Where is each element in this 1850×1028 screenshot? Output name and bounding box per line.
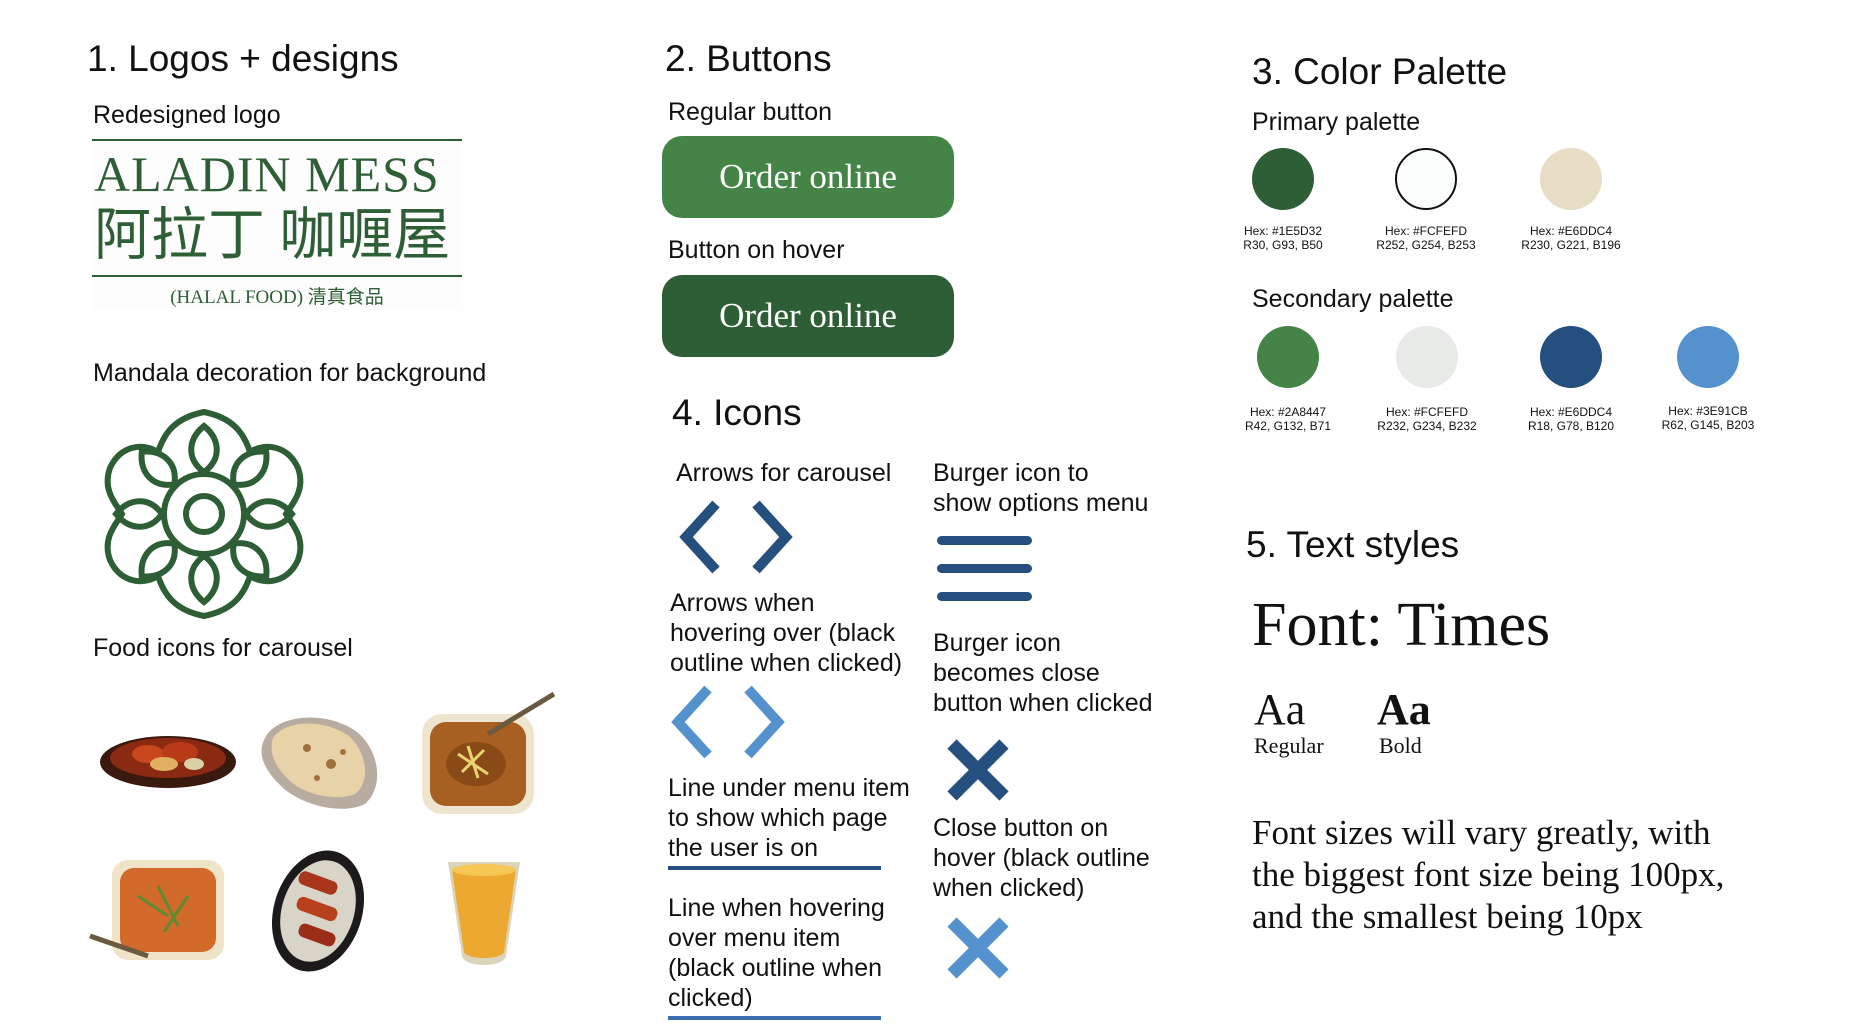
bold-font-caption: Bold xyxy=(1379,733,1422,758)
primary-swatch-beige xyxy=(1540,148,1602,210)
menu-line-label-line2: to show which page xyxy=(668,804,888,832)
font-size-note-line3: and the smallest being 10px xyxy=(1252,897,1643,936)
burger-close-label-line1: Burger icon xyxy=(933,629,1061,657)
buttons-heading: 2. Buttons xyxy=(665,38,832,79)
grilled-platter-food-icon xyxy=(271,850,365,972)
logo-english-name: ALADIN MESS xyxy=(94,146,440,202)
mandala-label: Mandala decoration for background xyxy=(93,359,487,387)
burger-close-label-line3: button when clicked xyxy=(933,689,1153,717)
mandala-decoration-icon xyxy=(104,408,304,620)
burger-close-label-line2: becomes close xyxy=(933,659,1100,687)
menu-line-label-line3: the user is on xyxy=(668,834,819,862)
menu-line-hover-label-line4: clicked) xyxy=(668,984,753,1012)
secondary-swatch-3-rgb: R18, G78, B120 xyxy=(1527,419,1615,433)
hover-menu-underline xyxy=(668,1016,881,1020)
aladin-mess-logo: ALADIN MESS 阿拉丁 咖喱屋 (HALAL FOOD) 清真食品 xyxy=(92,138,462,310)
secondary-swatch-4-rgb: R62, G145, B203 xyxy=(1661,418,1755,432)
logo-chinese-name: 阿拉丁 咖喱屋 xyxy=(94,204,451,267)
secondary-swatch-light-blue xyxy=(1677,326,1739,388)
secondary-swatch-1-rgb: R42, G132, B71 xyxy=(1244,419,1332,433)
arrows-carousel-label: Arrows for carousel xyxy=(676,459,892,487)
secondary-swatch-green xyxy=(1257,326,1319,388)
order-online-button[interactable]: Order online xyxy=(662,136,954,218)
close-hover-label-line2: hover (black outline xyxy=(933,844,1150,872)
text-styles-heading: 5. Text styles xyxy=(1246,524,1460,565)
palette-heading: 3. Color Palette xyxy=(1252,51,1508,92)
close-x-hover-icon[interactable] xyxy=(946,916,1010,980)
secondary-swatch-light-grey xyxy=(1396,326,1458,388)
curry-dish-food-icon xyxy=(89,860,224,960)
menu-line-hover-label-line3: (black outline when xyxy=(668,954,883,982)
logos-heading: 1. Logos + designs xyxy=(87,38,399,79)
primary-swatch-3-hex: Hex: #E6DDC4 xyxy=(1529,224,1613,238)
arrows-hover-label-line1: Arrows when xyxy=(670,589,815,617)
close-hover-label-line1: Close button on xyxy=(933,814,1109,842)
active-menu-underline xyxy=(668,866,881,870)
burger-label-line2: show options menu xyxy=(933,489,1149,517)
primary-swatch-2-hex: Hex: #FCFEFD xyxy=(1384,224,1467,238)
font-size-note-line2: the biggest font size being 100px, xyxy=(1252,855,1725,894)
close-hover-label-line3: when clicked) xyxy=(933,874,1085,902)
burger-bar-middle xyxy=(937,564,1032,573)
food-icons-label: Food icons for carousel xyxy=(93,634,353,662)
burger-bar-bottom xyxy=(937,592,1032,601)
secondary-swatch-3-hex: Hex: #E6DDC4 xyxy=(1529,405,1613,419)
secondary-swatch-1-hex: Hex: #2A8447 xyxy=(1249,405,1327,419)
primary-swatch-2-rgb: R252, G254, B253 xyxy=(1376,238,1476,252)
sizzler-plate-food-icon xyxy=(100,736,236,788)
primary-swatch-dark-green xyxy=(1252,148,1314,210)
burger-menu-icon[interactable] xyxy=(937,536,1032,606)
logo-bottom-rule xyxy=(92,275,462,277)
primary-swatch-3-rgb: R230, G221, B196 xyxy=(1521,238,1621,252)
arrows-hover-label-line2: hovering over (black xyxy=(670,619,896,647)
curry-bowl-food-icon xyxy=(422,691,556,814)
carousel-arrows-icon[interactable] xyxy=(679,500,798,574)
menu-line-label-line1: Line under menu item xyxy=(668,774,910,802)
bold-font-sample: Aa xyxy=(1377,685,1431,734)
font-title: Font: Times xyxy=(1252,591,1551,659)
button-hover-label: Button on hover xyxy=(668,236,845,264)
regular-font-caption: Regular xyxy=(1254,733,1324,758)
secondary-swatch-2-rgb: R232, G234, B232 xyxy=(1377,419,1477,433)
regular-button-label: Regular button xyxy=(668,98,833,126)
primary-palette-label: Primary palette xyxy=(1252,108,1421,136)
secondary-swatch-navy xyxy=(1540,326,1602,388)
arrows-hover-label-line3: outline when clicked) xyxy=(670,649,903,677)
burger-bar-top xyxy=(937,536,1032,545)
primary-swatch-1-rgb: R30, G93, B50 xyxy=(1243,238,1323,252)
primary-swatch-1-hex: Hex: #1E5D32 xyxy=(1243,224,1323,238)
font-size-note-line1: Font sizes will vary greatly, with xyxy=(1252,813,1711,852)
order-online-hover-button[interactable]: Order online xyxy=(662,275,954,357)
naan-bread-food-icon xyxy=(261,717,378,809)
secondary-swatch-2-hex: Hex: #FCFEFD xyxy=(1385,405,1468,419)
mango-lassi-food-icon xyxy=(448,862,520,965)
secondary-palette-label: Secondary palette xyxy=(1252,285,1454,313)
burger-label-line1: Burger icon to xyxy=(933,459,1089,487)
redesigned-logo-label: Redesigned logo xyxy=(93,101,281,129)
logo-top-rule xyxy=(92,139,462,141)
regular-font-sample: Aa xyxy=(1254,685,1306,734)
primary-swatch-off-white xyxy=(1395,148,1457,210)
secondary-swatch-4-hex: Hex: #3E91CB xyxy=(1668,404,1748,418)
menu-line-hover-label-line2: over menu item xyxy=(668,924,841,952)
carousel-arrows-hover-icon[interactable] xyxy=(671,685,790,759)
logo-halal-tagline: (HALAL FOOD) 清真食品 xyxy=(170,287,384,308)
menu-line-hover-label-line1: Line when hovering xyxy=(668,894,885,922)
close-x-icon[interactable] xyxy=(946,738,1010,802)
icons-heading: 4. Icons xyxy=(672,392,802,433)
